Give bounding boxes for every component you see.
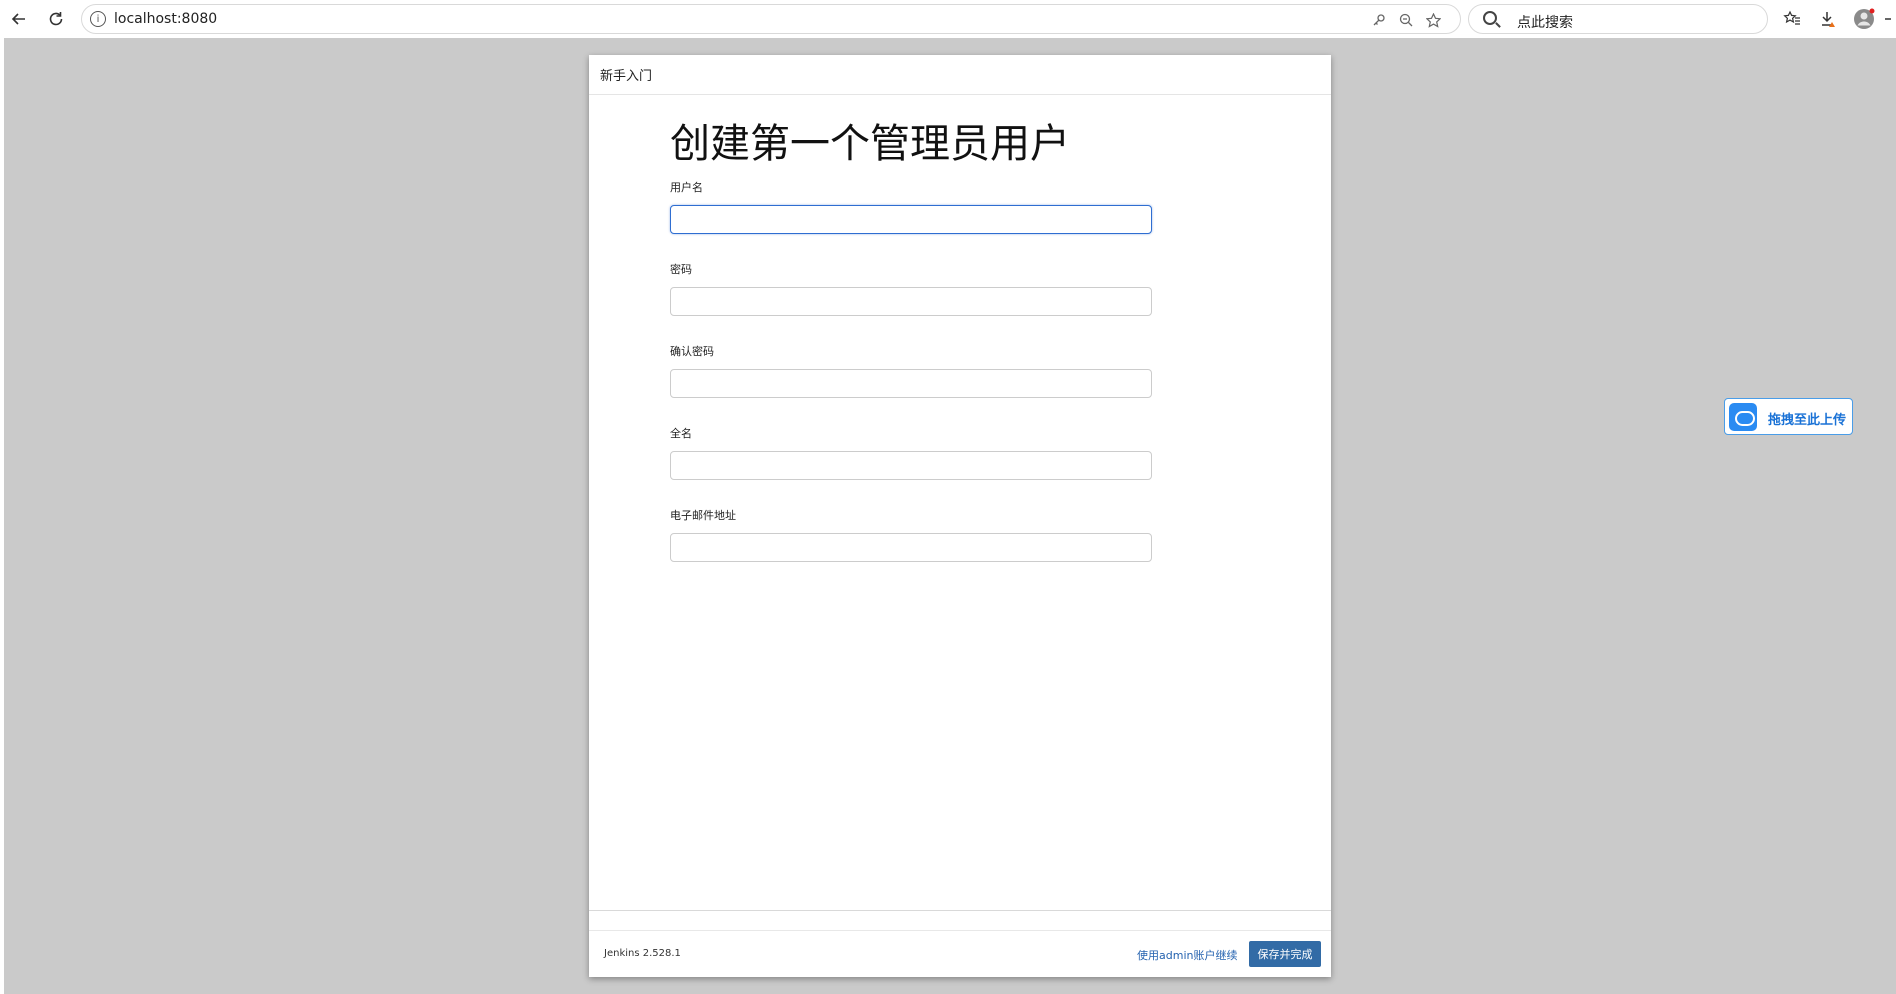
password-input[interactable] — [670, 287, 1152, 316]
page-title: 创建第一个管理员用户 — [670, 121, 1070, 167]
cloud-upload-icon — [1729, 403, 1757, 431]
continue-as-admin-link[interactable]: 使用admin账户继续 — [1137, 947, 1237, 963]
fullname-input[interactable] — [670, 451, 1152, 480]
browser-toolbar: i localhost:8080 点此搜索 — [0, 0, 1896, 38]
save-and-finish-button[interactable]: 保存并完成 — [1249, 941, 1321, 967]
menu-icon[interactable] — [1880, 6, 1896, 32]
search-placeholder: 点此搜索 — [1517, 15, 1573, 31]
address-bar[interactable]: i localhost:8080 — [81, 4, 1461, 34]
email-label: 电子邮件地址 — [670, 509, 736, 522]
zoom-out-icon[interactable] — [1396, 10, 1416, 30]
jenkins-version: Jenkins 2.528.1 — [604, 948, 681, 959]
dialog-header: 新手入门 — [589, 55, 1331, 95]
drag-upload-widget[interactable]: 拖拽至此上传 — [1724, 398, 1853, 435]
fullname-label: 全名 — [670, 427, 692, 440]
profile-avatar-icon[interactable] — [1851, 6, 1877, 32]
address-url: localhost:8080 — [114, 11, 218, 27]
username-input[interactable] — [670, 205, 1152, 234]
footer-divider — [589, 910, 1331, 911]
footer-divider-inner — [589, 930, 1331, 931]
confirm-password-label: 确认密码 — [670, 345, 714, 358]
back-icon[interactable] — [6, 6, 32, 32]
username-label: 用户名 — [670, 181, 703, 194]
upload-label: 拖拽至此上传 — [1768, 413, 1847, 428]
create-admin-form: 创建第一个管理员用户 用户名 密码 确认密码 全名 电子邮件地址 — [670, 119, 1152, 589]
browser-search-box[interactable]: 点此搜索 — [1468, 4, 1768, 34]
search-icon — [1483, 11, 1497, 25]
key-icon[interactable] — [1369, 10, 1389, 30]
confirm-password-input[interactable] — [670, 369, 1152, 398]
password-label: 密码 — [670, 263, 692, 276]
reload-icon[interactable] — [43, 6, 69, 32]
star-icon[interactable] — [1423, 10, 1443, 30]
email-input[interactable] — [670, 533, 1152, 562]
favorites-icon[interactable] — [1779, 6, 1805, 32]
download-icon[interactable] — [1815, 6, 1841, 32]
site-info-icon[interactable]: i — [90, 11, 106, 27]
setup-wizard-dialog: 新手入门 创建第一个管理员用户 用户名 密码 确认密码 全名 电子邮件地址 Je… — [589, 55, 1331, 977]
